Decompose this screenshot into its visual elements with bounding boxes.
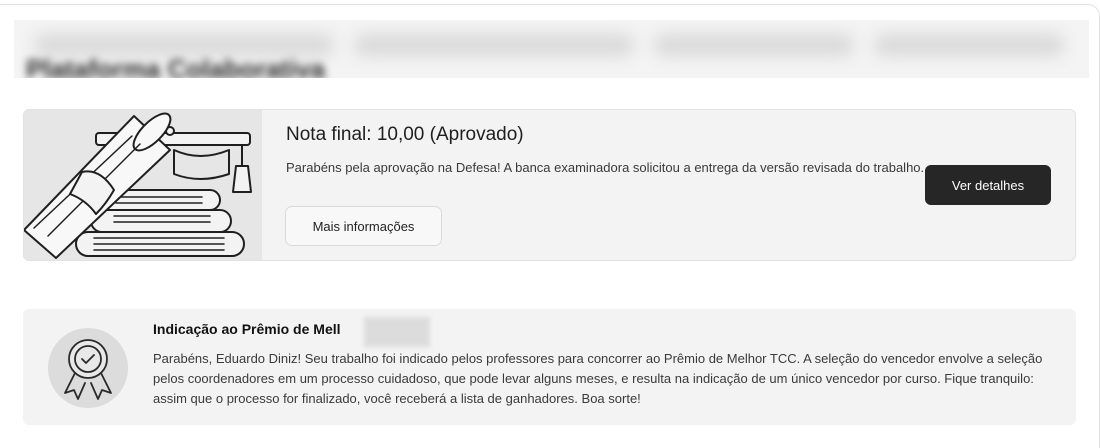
more-info-button[interactable]: Mais informações [285,206,442,246]
grade-message: Parabéns pela aprovação na Defesa! A ban… [286,160,925,175]
redacted-region [364,317,430,347]
blurred-header: Plataforma Colaborativa [14,20,1089,78]
blurred-bar [874,34,1064,56]
view-details-button[interactable]: Ver detalhes [925,165,1051,205]
blurred-bar [354,34,634,56]
grade-card: Nota final: 10,00 (Aprovado) Parabéns pe… [23,109,1076,261]
blurred-bar [654,34,854,56]
award-title: Indicação ao Prêmio de Mell [153,321,341,337]
award-card: Indicação ao Prêmio de Mell Parabéns, Ed… [23,309,1076,425]
blurred-bar [34,34,334,56]
award-message: Parabéns, Eduardo Diniz! Seu trabalho fo… [153,351,1043,406]
graduation-diploma-books-icon [24,110,262,260]
award-badge-icon [47,327,129,409]
page-title: Plataforma Colaborativa [26,54,326,78]
grade-title: Nota final: 10,00 (Aprovado) [286,124,524,145]
